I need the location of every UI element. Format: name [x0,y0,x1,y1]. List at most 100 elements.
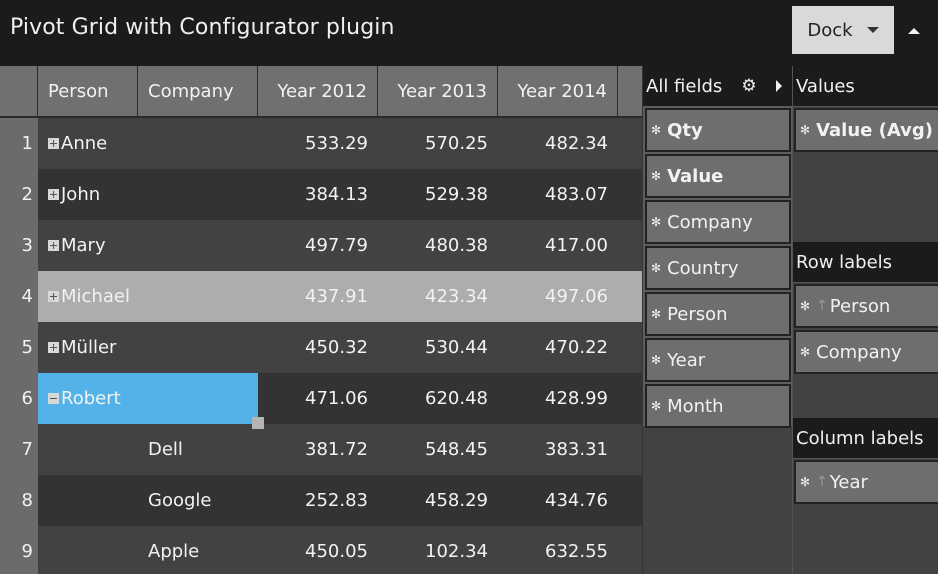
expand-icon[interactable] [48,138,59,149]
year-2014-cell[interactable]: 428.99 [498,373,608,424]
field-chip[interactable]: ✻ Value (Avg) [794,108,938,152]
year-2012-cell[interactable]: 381.72 [258,424,368,475]
dock-button-label: Dock [807,19,853,41]
field-handle-icon[interactable]: ✻ [651,261,661,275]
table-row[interactable]: Michael 437.91 423.34 497.06 [38,271,642,322]
row-number[interactable]: 6 [0,373,38,424]
expand-icon[interactable] [48,342,59,353]
field-handle-icon[interactable]: ✻ [800,475,810,489]
column-header-company[interactable]: Company [138,66,258,116]
field-chip[interactable]: ✻ Person [645,292,791,336]
company-cell[interactable] [148,322,258,373]
company-cell[interactable] [148,220,258,271]
column-header-year-2013[interactable]: Year 2013 [378,66,498,116]
column-header-year-2012[interactable]: Year 2012 [258,66,378,116]
year-2013-cell[interactable]: 423.34 [378,271,488,322]
year-2012-cell[interactable]: 437.91 [258,271,368,322]
company-cell[interactable] [148,373,258,424]
column-header-label: Person [48,80,109,102]
year-2013-cell[interactable]: 620.48 [378,373,488,424]
company-cell[interactable] [148,169,258,220]
expand-icon[interactable] [48,291,59,302]
field-chip[interactable]: ✻ ↑ Person [794,284,938,328]
field-handle-icon[interactable]: ✻ [651,123,661,137]
field-chip[interactable]: ✻ Qty [645,108,791,152]
year-2014-cell[interactable]: 417.00 [498,220,608,271]
field-handle-icon[interactable]: ✻ [800,345,810,359]
table-row[interactable]: Mary 497.79 480.38 417.00 [38,220,642,271]
field-handle-icon[interactable]: ✻ [651,353,661,367]
sort-ascending-icon[interactable]: ↑ [816,298,828,314]
row-number[interactable]: 9 [0,526,38,574]
column-header-person[interactable]: Person [38,66,138,116]
field-handle-icon[interactable]: ✻ [800,123,810,137]
year-2014-cell[interactable]: 483.07 [498,169,608,220]
field-label: Qty [667,119,703,141]
row-number[interactable]: 8 [0,475,38,526]
triangle-right-icon[interactable] [776,80,782,92]
year-2013-cell[interactable]: 548.45 [378,424,488,475]
year-2013-cell[interactable]: 102.34 [378,526,488,574]
year-2014-cell[interactable]: 497.06 [498,271,608,322]
expand-icon[interactable] [48,240,59,251]
table-row[interactable]: John 384.13 529.38 483.07 [38,169,642,220]
year-2014-cell[interactable]: 434.76 [498,475,608,526]
table-row[interactable]: Robert 471.06 620.48 428.99 [38,373,642,424]
field-handle-icon[interactable]: ✻ [651,399,661,413]
column-labels-zone[interactable]: ✻ ↑ Year [793,458,938,574]
row-number[interactable]: 1 [0,118,38,169]
dock-button[interactable]: Dock [792,6,894,54]
field-handle-icon[interactable]: ✻ [651,169,661,183]
company-cell[interactable]: Dell [148,424,258,475]
collapse-icon[interactable] [48,393,59,404]
year-2012-cell[interactable]: 252.83 [258,475,368,526]
year-2014-cell[interactable]: 482.34 [498,118,608,169]
row-number[interactable]: 7 [0,424,38,475]
field-chip[interactable]: ✻ ↑ Year [794,460,938,504]
gear-icon[interactable]: ⚙ [740,77,758,95]
company-cell[interactable]: Apple [148,526,258,574]
year-2012-cell[interactable]: 450.05 [258,526,368,574]
year-2013-cell[interactable]: 480.38 [378,220,488,271]
collapse-button[interactable] [900,20,928,42]
field-chip[interactable]: ✻ Month [645,384,791,428]
row-number[interactable]: 4 [0,271,38,322]
values-zone[interactable]: ✻ Value (Avg) [793,106,938,242]
year-2012-cell[interactable]: 450.32 [258,322,368,373]
row-labels-zone[interactable]: ✻ ↑ Person ✻ Company [793,282,938,418]
field-chip[interactable]: ✻ Company [794,330,938,374]
year-2013-cell[interactable]: 458.29 [378,475,488,526]
table-row[interactable]: Google 252.83 458.29 434.76 [38,475,642,526]
company-cell[interactable] [148,118,258,169]
field-handle-icon[interactable]: ✻ [651,307,661,321]
row-number[interactable]: 3 [0,220,38,271]
expand-icon[interactable] [48,189,59,200]
field-chip[interactable]: ✻ Company [645,200,791,244]
year-2013-cell[interactable]: 529.38 [378,169,488,220]
fill-handle[interactable] [252,417,264,429]
table-row[interactable]: Dell 381.72 548.45 383.31 [38,424,642,475]
field-handle-icon[interactable]: ✻ [800,299,810,313]
row-number[interactable]: 2 [0,169,38,220]
year-2012-cell[interactable]: 471.06 [258,373,368,424]
year-2013-cell[interactable]: 570.25 [378,118,488,169]
year-2012-cell[interactable]: 497.79 [258,220,368,271]
year-2014-cell[interactable]: 383.31 [498,424,608,475]
field-handle-icon[interactable]: ✻ [651,215,661,229]
field-chip[interactable]: ✻ Value [645,154,791,198]
year-2014-cell[interactable]: 632.55 [498,526,608,574]
year-2014-cell[interactable]: 470.22 [498,322,608,373]
table-row[interactable]: Anne 533.29 570.25 482.34 [38,118,642,169]
row-number[interactable]: 5 [0,322,38,373]
field-chip[interactable]: ✻ Country [645,246,791,290]
year-2013-cell[interactable]: 530.44 [378,322,488,373]
column-header-year-2014[interactable]: Year 2014 [498,66,618,116]
company-cell[interactable]: Google [148,475,258,526]
field-chip[interactable]: ✻ Year [645,338,791,382]
company-cell[interactable] [148,271,258,322]
sort-ascending-icon[interactable]: ↑ [816,474,828,490]
year-2012-cell[interactable]: 533.29 [258,118,368,169]
table-row[interactable]: Apple 450.05 102.34 632.55 [38,526,642,574]
table-row[interactable]: Müller 450.32 530.44 470.22 [38,322,642,373]
year-2012-cell[interactable]: 384.13 [258,169,368,220]
